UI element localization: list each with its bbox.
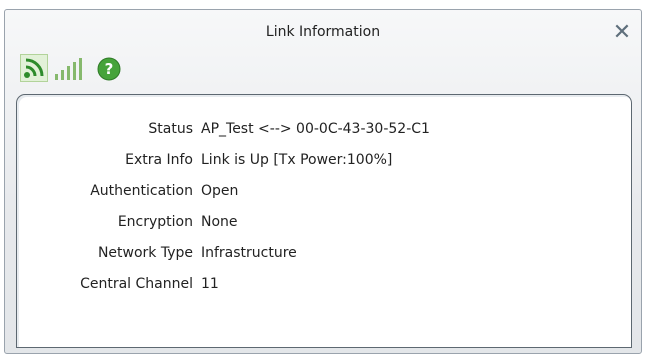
extra-info-label: Extra Info — [125, 152, 193, 168]
link-info-panel: Status AP_Test <--> 00-0C-43-30-52-C1 Ex… — [16, 94, 632, 348]
central-channel-value: 11 — [201, 276, 219, 292]
encryption-value: None — [201, 214, 238, 230]
status-value: AP_Test <--> 00-0C-43-30-52-C1 — [201, 121, 430, 137]
window-title: Link Information — [265, 24, 381, 40]
authentication-value: Open — [201, 183, 239, 199]
signal-strength-icon[interactable] — [53, 56, 93, 82]
status-label: Status — [148, 121, 193, 137]
svg-text:?: ? — [105, 60, 114, 78]
wifi-icon[interactable] — [20, 54, 48, 82]
close-icon[interactable]: ✕ — [611, 22, 633, 44]
network-type-label: Network Type — [97, 245, 193, 261]
extra-info-value: Link is Up [Tx Power:100%] — [201, 152, 393, 168]
encryption-label: Encryption — [117, 214, 193, 230]
network-type-value: Infrastructure — [201, 245, 297, 261]
central-channel-label: Central Channel — [80, 276, 193, 292]
authentication-label: Authentication — [90, 183, 193, 199]
help-icon[interactable]: ? — [97, 57, 121, 81]
link-information-window: Link Information ✕ ? Status AP_Test <-->… — [4, 9, 642, 354]
